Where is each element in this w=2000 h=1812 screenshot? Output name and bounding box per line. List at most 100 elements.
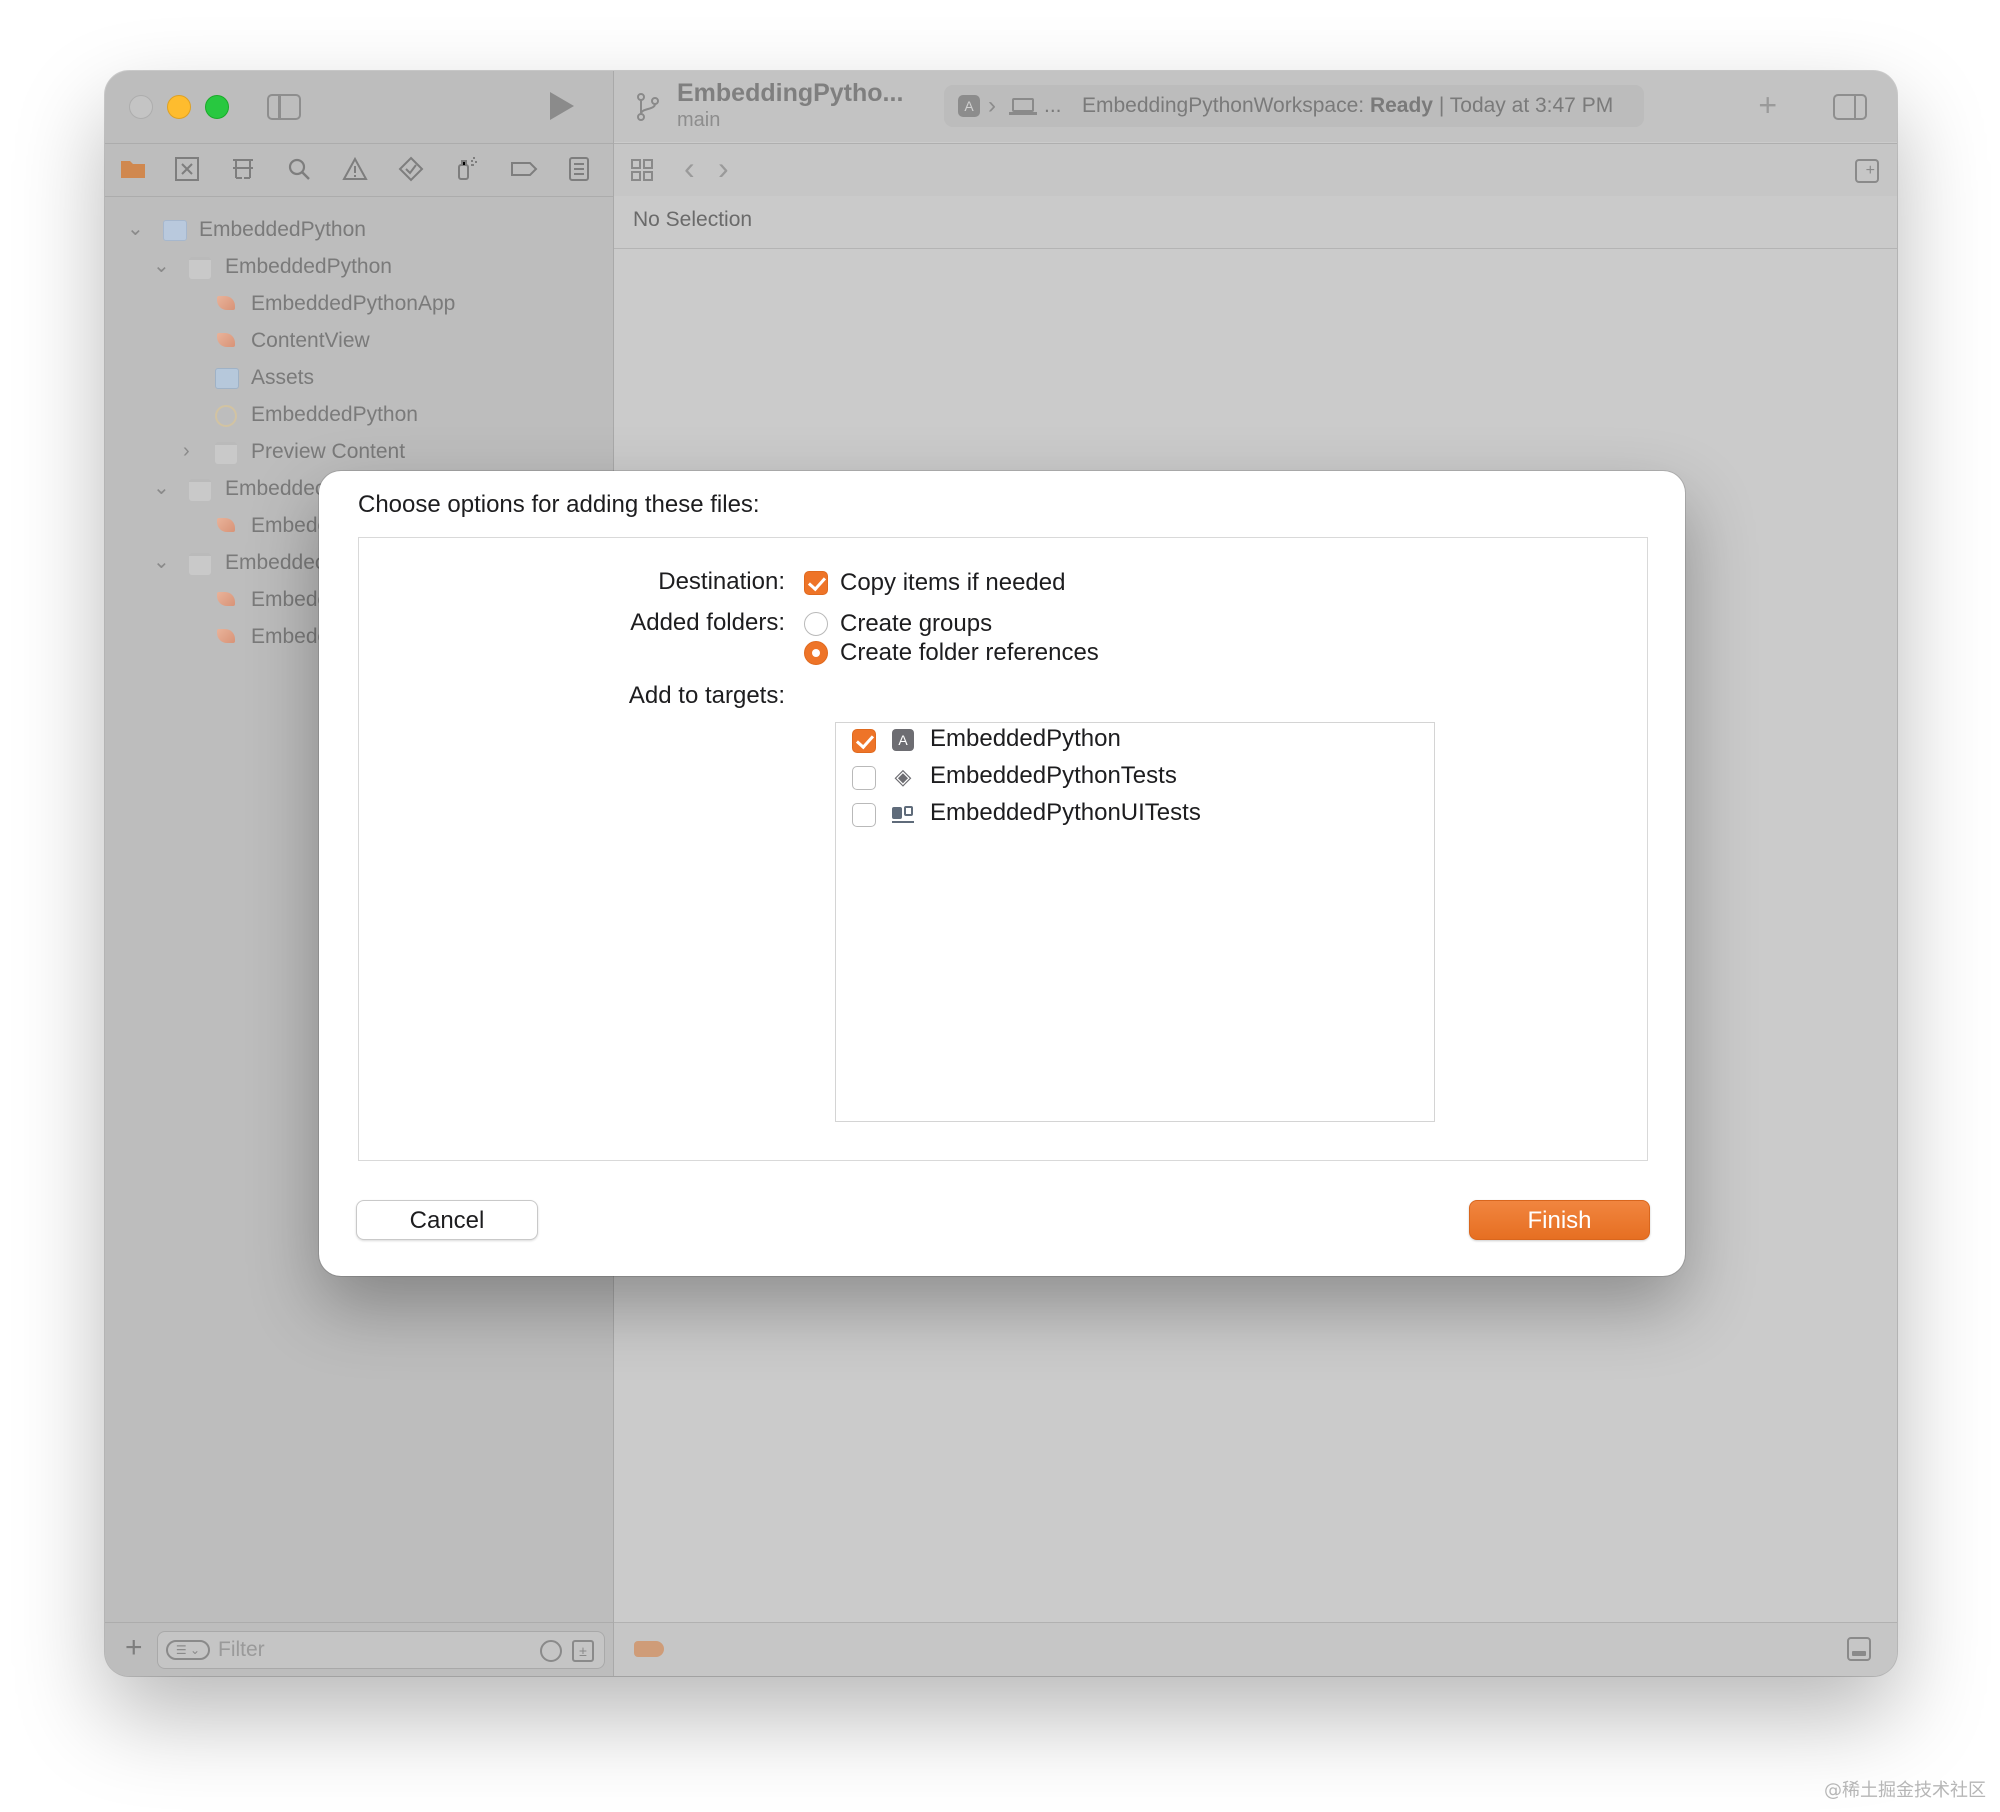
- mac-destination-icon[interactable]: [1009, 98, 1037, 115]
- recent-files-clock-icon[interactable]: [540, 1640, 562, 1662]
- create-groups-radio[interactable]: [804, 612, 828, 636]
- build-status: EmbeddingPythonWorkspace: Ready | Today …: [1082, 85, 1613, 127]
- ui-test-target-icon: [892, 803, 914, 825]
- target-checkbox[interactable]: [852, 729, 876, 753]
- symbol-navigator-icon[interactable]: [229, 156, 257, 184]
- close-window-button[interactable]: [129, 95, 153, 119]
- swift-file-icon: [215, 590, 237, 609]
- dialog-title: Choose options for adding these files:: [358, 491, 760, 518]
- related-items-grid-icon[interactable]: [630, 158, 654, 182]
- minimize-window-button[interactable]: [167, 95, 191, 119]
- debug-bar: [614, 1622, 1897, 1676]
- finish-button[interactable]: Finish: [1469, 1200, 1650, 1240]
- add-file-plus-icon[interactable]: +: [125, 1633, 143, 1663]
- project-icon: [163, 220, 187, 241]
- status-separator: |: [1438, 94, 1445, 117]
- navigator-filter-bar: + ☰ ⌄ Filter ±: [105, 1622, 613, 1676]
- zoom-window-button[interactable]: [205, 95, 229, 119]
- folder-icon: [189, 257, 211, 279]
- app-scheme-icon[interactable]: A: [958, 95, 980, 117]
- unit-test-target-icon: ◈: [894, 764, 912, 789]
- tree-item-label: Embedc: [251, 514, 329, 537]
- inspector-toggle-icon[interactable]: [1833, 94, 1867, 120]
- chevron-down-icon[interactable]: ⌄: [153, 544, 170, 581]
- tree-item-label: Embedc: [251, 588, 329, 611]
- folder-icon: [215, 442, 237, 464]
- go-back-chevron-icon[interactable]: ‹: [684, 152, 695, 184]
- target-name: EmbeddedPythonUITests: [930, 799, 1201, 826]
- chevron-right-icon[interactable]: ›: [183, 433, 199, 470]
- tree-item-label: Assets: [251, 366, 315, 389]
- tree-item-label: EmbeddedPython: [199, 218, 366, 241]
- entitlements-icon: [215, 405, 237, 427]
- project-navigator-folder-icon[interactable]: [119, 156, 147, 184]
- no-selection-label: No Selection: [633, 208, 753, 231]
- swift-file-icon: [215, 627, 237, 646]
- copy-items-label[interactable]: Copy items if needed: [840, 569, 1065, 597]
- target-row[interactable]: EmbeddedPythonUITests: [836, 797, 1434, 834]
- swift-file-icon: [215, 331, 237, 350]
- folder-icon: [189, 553, 211, 575]
- editor-toolbar: ‹ › +: [614, 143, 1897, 197]
- navigator-filter-field[interactable]: ☰ ⌄ Filter ±: [157, 1631, 605, 1669]
- target-checkbox[interactable]: [852, 766, 876, 790]
- branch-icon: [634, 91, 662, 123]
- status-workspace-name: EmbeddingPythonWorkspace:: [1082, 94, 1365, 117]
- source-control-navigator-icon[interactable]: [173, 156, 201, 184]
- create-folder-references-radio[interactable]: [804, 641, 828, 665]
- cancel-button[interactable]: Cancel: [356, 1200, 538, 1240]
- tree-item-label: EmbeddedPythonApp: [251, 292, 456, 315]
- source-control-filter-icon[interactable]: ±: [572, 1640, 594, 1662]
- chevron-down-icon[interactable]: ⌄: [127, 211, 144, 248]
- go-forward-chevron-icon[interactable]: ›: [718, 152, 729, 184]
- swift-file-icon: [215, 294, 237, 313]
- run-play-icon[interactable]: [550, 92, 574, 120]
- library-plus-icon[interactable]: +: [1758, 89, 1777, 121]
- debug-area-toggle-icon[interactable]: [1847, 1637, 1871, 1661]
- app-target-icon: A: [892, 729, 914, 751]
- toolbar: EmbeddingPytho... main A › ... Embedding…: [614, 71, 1897, 142]
- report-navigator-icon[interactable]: [565, 156, 593, 184]
- target-row[interactable]: ◈ EmbeddedPythonTests: [836, 760, 1434, 797]
- folder-icon: [189, 479, 211, 501]
- chevron-down-icon[interactable]: ⌄: [153, 248, 170, 285]
- filter-options-icon[interactable]: ☰ ⌄: [166, 1640, 210, 1660]
- tree-item-label: EmbeddedPython: [225, 255, 392, 278]
- create-folder-references-label[interactable]: Create folder references: [840, 639, 1099, 667]
- find-navigator-search-icon[interactable]: [285, 156, 313, 184]
- add-to-targets-label: Add to targets:: [628, 682, 785, 709]
- issue-navigator-warning-icon[interactable]: [341, 156, 369, 184]
- chevron-right-icon: ›: [988, 92, 996, 119]
- tree-item-label: Embeddec: [225, 477, 326, 500]
- filter-input[interactable]: Filter: [218, 1638, 265, 1662]
- breakpoint-navigator-icon[interactable]: [509, 156, 538, 184]
- copy-items-checkbox[interactable]: [804, 571, 828, 595]
- added-folders-label: Added folders:: [630, 609, 785, 636]
- chevron-down-icon[interactable]: ⌄: [153, 470, 170, 507]
- activity-view[interactable]: A › ... EmbeddingPythonWorkspace: Ready …: [944, 85, 1644, 127]
- debug-navigator-spray-icon[interactable]: [453, 156, 481, 184]
- add-editor-icon[interactable]: +: [1855, 159, 1879, 183]
- tree-item-label: ContentView: [251, 329, 370, 352]
- branch-name: main: [677, 109, 721, 131]
- target-checkbox[interactable]: [852, 803, 876, 827]
- destination-ellipsis: ...: [1044, 94, 1062, 117]
- target-name: EmbeddedPython: [930, 725, 1121, 752]
- jump-bar: No Selection: [614, 196, 1897, 249]
- status-time: Today at 3:47 PM: [1449, 94, 1614, 117]
- breakpoints-toggle-icon[interactable]: [634, 1641, 664, 1657]
- sidebar-toggle-icon[interactable]: [267, 94, 301, 120]
- tree-item-label: Embeddec: [225, 551, 326, 574]
- tree-item-label: Preview Content: [251, 440, 406, 463]
- options-panel: Destination: Copy items if needed Added …: [358, 537, 1648, 1161]
- create-groups-label[interactable]: Create groups: [840, 610, 992, 638]
- test-navigator-diamond-icon[interactable]: [397, 156, 425, 184]
- navigator-selector-bar: [105, 143, 613, 197]
- titlebar-left: [105, 71, 613, 142]
- targets-list[interactable]: A EmbeddedPython ◈ EmbeddedPythonTests E…: [835, 722, 1435, 1122]
- swift-file-icon: [215, 516, 237, 535]
- scheme-name[interactable]: EmbeddingPytho...: [677, 79, 903, 108]
- target-name: EmbeddedPythonTests: [930, 762, 1177, 789]
- asset-catalog-icon: [215, 368, 239, 389]
- target-row[interactable]: A EmbeddedPython: [836, 723, 1434, 760]
